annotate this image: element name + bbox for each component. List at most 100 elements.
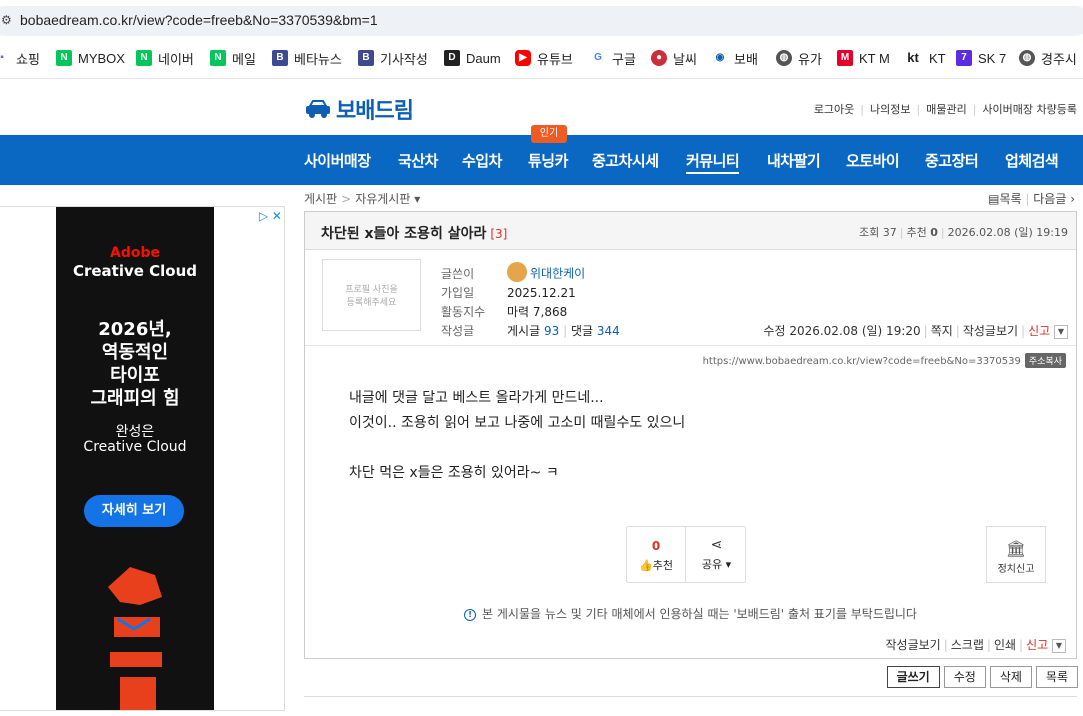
view-posts-link[interactable]: 작성글보기 [886,638,941,652]
post-stats: 조회 37 | 추천 0 | 2026.02.08 (일) 19:19 [859,226,1068,239]
bookmark-item[interactable]: ◍ 경주시 [1019,49,1077,67]
nav-used-price[interactable]: 중고차시세 [592,150,659,171]
nav-motorcycle[interactable]: 오토바이 [846,150,900,171]
url-text[interactable]: bobaedream.co.kr/view?code=freeb&No=3370… [20,12,378,28]
report-link[interactable]: 신고 [1028,324,1050,338]
avatar [507,262,527,282]
ad-choices-icon[interactable]: ▷ ✕ [259,209,282,223]
naver-icon: N [136,50,152,66]
nav-cyber-store[interactable]: 사이버매장 [304,150,371,171]
divider [305,345,1076,346]
recommend-count-display: 0 [651,539,661,553]
toolbar-divider [0,78,1083,79]
government-building-icon: 🏛 [1005,539,1027,558]
bookmark-item[interactable]: D Daum [444,49,501,67]
join-date: 2025.12.21 [507,286,576,300]
bookmark-item[interactable]: G 구글 [590,49,636,67]
utility-links: 로그아웃 | 나의정보 | 매물관리 | 사이버매장 차량등록 [808,101,1083,117]
bookmark-item[interactable]: ● 날씨 [651,49,697,67]
report-link[interactable]: 신고 [1026,638,1048,652]
profile-image-placeholder: 프로필 사진을 등록해주세요 [322,259,421,331]
bookmark-item[interactable]: kt KT [903,49,945,67]
bookmarks-bar: ▪ 쇼핑 N MYBOX N 네이버 N 메일 B 베타뉴스 B 기사작성 D Daum ▶ 유… [0,42,1083,74]
bookmark-item[interactable]: 7 SK 7 [956,49,1006,67]
ad-cta-button[interactable]: 자세히 보기 [84,495,184,527]
crumb-board[interactable]: 게시판 [304,192,337,206]
comment-count[interactable]: [3] [486,227,507,241]
nav-business-search[interactable]: 업체검색 [1005,150,1059,171]
advertisement[interactable]: ▷ ✕ Adobe Creative Cloud 2026년, 역동적인 타이포… [0,206,285,711]
view-posts-link[interactable]: 작성글보기 [963,324,1018,338]
post-count[interactable]: 93 [544,324,559,338]
message-link[interactable]: 쪽지 [931,324,953,338]
post-date: 2026.02.08 (일) 19:19 [947,226,1068,239]
bookmark-item[interactable]: N MYBOX [56,49,125,67]
delete-button[interactable]: 삭제 [989,666,1032,688]
post-body: 내글에 댓글 달고 베스트 올라가게 만드네... 이것이.. 조용히 읽어 보… [349,390,686,481]
view-count: 37 [882,226,897,239]
join-row: 가입일 2025.12.21 [441,286,576,300]
naver-icon: N [56,50,72,66]
crumb-free-board[interactable]: 자유게시판 [355,192,410,206]
chevron-down-icon[interactable]: ▼ [1052,638,1066,653]
next-section [304,696,1077,716]
bookmark-item[interactable]: ◍ 유가 [776,49,822,67]
activity-score: 마력 7,868 [507,305,568,319]
bookmark-item[interactable]: M KT M [837,49,890,67]
list-link[interactable]: 목록 [999,192,1021,206]
info-icon: ! [464,608,477,621]
bookmark-item[interactable]: ▶ 유튜브 [515,49,573,67]
political-report-button[interactable]: 🏛 정치신고 [986,526,1046,583]
shopping-icon: ▪ [0,52,4,63]
site-info-icon[interactable]: ⚙ [1,13,12,27]
listing-manage-link[interactable]: 매물관리 [920,103,972,116]
logout-link[interactable]: 로그아웃 [808,103,860,116]
my-info-link[interactable]: 나의정보 [864,103,916,116]
chevron-down-icon[interactable]: ▾ [414,192,420,206]
nav-community[interactable]: 커뮤니티 [686,150,740,174]
activity-row: 활동지수 마력 7,868 [441,305,568,319]
share-button[interactable]: ⋖ 공유 ▾ [687,527,746,582]
next-post-link[interactable]: 다음글 [1033,192,1066,206]
bookmark-item[interactable]: B 기사작성 [358,49,428,67]
nav-domestic[interactable]: 국산차 [398,150,438,171]
vote-share-box: 0 👍추천 ⋖ 공유 ▾ [626,526,746,583]
site-logo[interactable]: 보배드림 [304,95,414,123]
ad-headline: 그래피의 힘 [90,388,180,409]
post-bottom-links: 작성글보기 | 스크랩 | 인쇄 | 신고 ▼ [886,636,1066,653]
ad-brand: Adobe [110,245,160,261]
citation-notice: ! 본 게시물을 뉴스 및 기타 매체에서 인용하실 때는 '보배드림' 출처 표… [305,605,1076,622]
thumbs-up-icon: 👍 [639,559,653,572]
nav-tuning[interactable]: 튜닝카 [528,150,568,171]
cyber-store-register-link[interactable]: 사이버매장 차량등록 [976,103,1083,116]
bookmark-item[interactable]: ◉ 보배 [712,49,758,67]
chevron-down-icon[interactable]: ▼ [1054,324,1068,339]
nav-sell-car[interactable]: 내차팔기 [767,150,821,171]
nav-imported[interactable]: 수입차 [462,150,502,171]
bookmark-item[interactable]: N 메일 [210,49,256,67]
author-name[interactable]: 위대한케이 [530,267,585,281]
address-bar[interactable]: ⚙ bobaedream.co.kr/view?code=freeb&No=33… [0,0,1083,40]
youtube-icon: ▶ [515,50,531,66]
writes-row: 작성글 게시글 93 | 댓글 344 [441,324,620,338]
copy-url-button[interactable]: 주소복사 [1024,353,1066,368]
print-link[interactable]: 인쇄 [994,638,1016,652]
betanews-icon: B [272,50,288,66]
bookmark-item[interactable]: B 베타뉴스 [272,49,342,67]
author-row: 글쓴이 위대한케이 [441,262,585,284]
scrap-link[interactable]: 스크랩 [951,638,984,652]
nav-market[interactable]: 중고장터 [925,150,979,171]
chevron-right-icon: › [1070,192,1075,206]
bookmark-item[interactable]: N 네이버 [136,49,194,67]
recommend-count: 0 [930,226,938,239]
recommend-button[interactable]: 0 👍추천 [627,527,686,582]
comment-total[interactable]: 344 [597,324,620,338]
post-header: 차단된 x들아 조용히 살아라 [3] 조회 37 | 추천 0 | 2026.02.08… [305,212,1076,250]
bookmark-item[interactable]: ▪ 쇼핑 [0,49,40,67]
list-button[interactable]: 목록 [1035,666,1078,688]
sk7-icon: 7 [956,50,972,66]
write-button[interactable]: 글쓰기 [886,666,940,688]
ad-banner[interactable]: Adobe Creative Cloud 2026년, 역동적인 타이포 그래피… [56,207,214,710]
car-logo-icon [306,100,330,118]
edit-button[interactable]: 수정 [943,666,986,688]
